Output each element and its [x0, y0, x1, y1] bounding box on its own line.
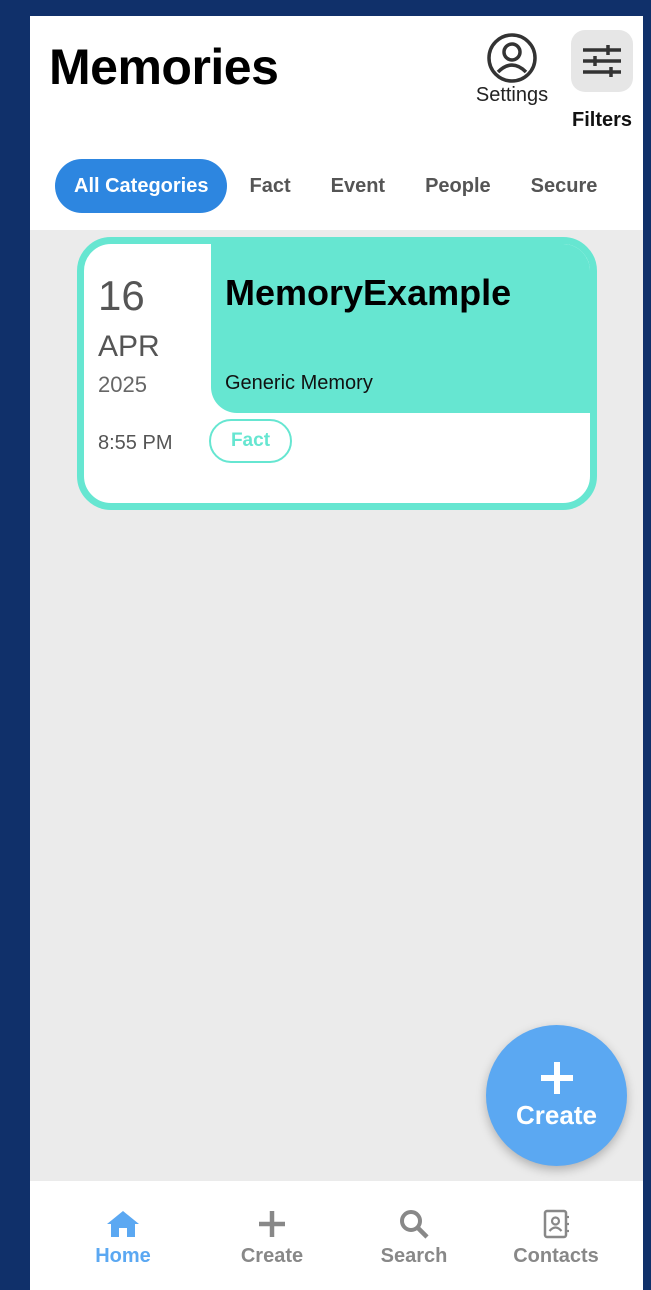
bottom-nav: Home Create Search Contacts — [30, 1181, 643, 1290]
memory-subtitle: Generic Memory — [225, 372, 373, 394]
category-tabs: All Categories Fact Event People Secure — [55, 159, 617, 213]
filters-label: Filters — [571, 109, 633, 131]
memory-card[interactable]: MemoryExample Generic Memory 16 APR 2025… — [77, 237, 597, 510]
tab-all-categories[interactable]: All Categories — [55, 159, 228, 213]
nav-home-label: Home — [95, 1245, 151, 1267]
memory-date-day: 16 — [98, 272, 145, 319]
nav-create-label: Create — [240, 1245, 304, 1267]
contacts-icon — [543, 1209, 569, 1239]
filters-icon-box — [571, 30, 633, 92]
sliders-icon — [583, 45, 621, 77]
nav-contacts[interactable]: Contacts — [501, 1209, 611, 1279]
plus-icon — [540, 1062, 573, 1094]
nav-search-label: Search — [380, 1245, 448, 1267]
nav-home[interactable]: Home — [68, 1209, 178, 1279]
settings-button[interactable]: Settings — [470, 30, 554, 130]
create-fab-label: Create — [516, 1100, 597, 1130]
nav-contacts-label: Contacts — [513, 1245, 599, 1267]
app-screen: Memories Settings Filters All Categories… — [30, 16, 643, 1290]
home-icon — [107, 1211, 139, 1237]
search-icon — [400, 1210, 429, 1239]
header: Memories Settings Filters All Categories… — [30, 16, 643, 230]
filters-button[interactable]: Filters — [560, 30, 643, 140]
memory-title: MemoryExample — [225, 272, 512, 313]
nav-search[interactable]: Search — [359, 1209, 469, 1279]
memory-date-year: 2025 — [98, 372, 147, 397]
tab-event[interactable]: Event — [311, 159, 405, 213]
nav-create[interactable]: Create — [217, 1209, 327, 1279]
memory-time: 8:55 PM — [98, 432, 173, 454]
page-title: Memories — [49, 39, 279, 95]
memory-tag-chip[interactable]: Fact — [209, 419, 292, 463]
account-circle-icon — [487, 33, 537, 83]
settings-label: Settings — [475, 84, 549, 106]
memory-date-month: APR — [98, 330, 160, 363]
tab-people[interactable]: People — [405, 159, 511, 213]
plus-icon — [259, 1211, 285, 1237]
tab-secure[interactable]: Secure — [511, 159, 618, 213]
tab-fact[interactable]: Fact — [229, 159, 310, 213]
create-fab-button[interactable]: Create — [486, 1025, 627, 1166]
